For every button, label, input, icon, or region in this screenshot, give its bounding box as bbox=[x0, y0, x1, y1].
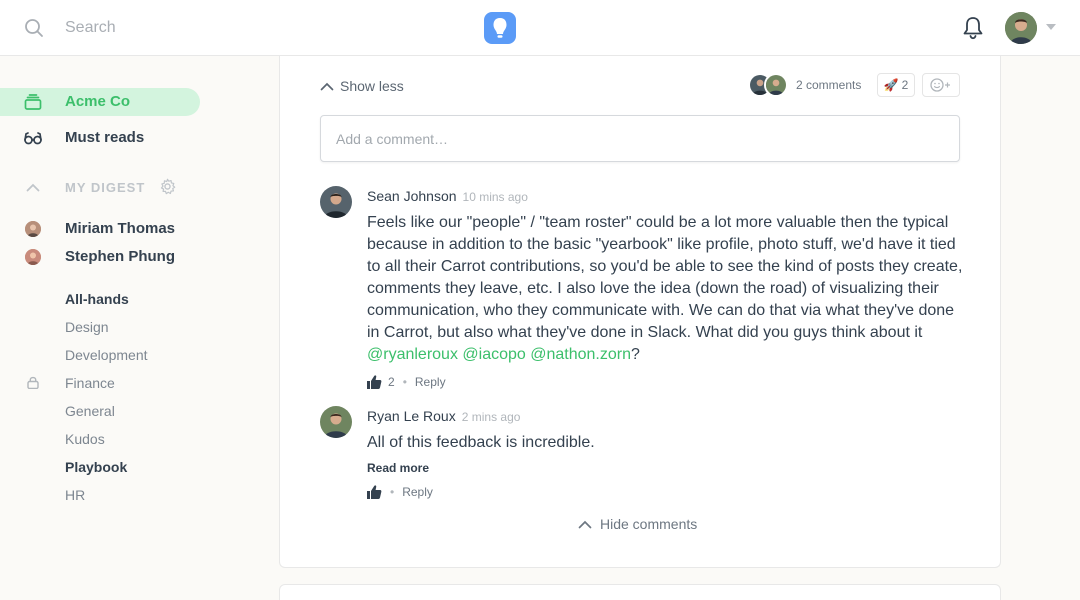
thumbs-up-icon[interactable] bbox=[366, 374, 382, 390]
sidebar-board-item[interactable]: General bbox=[65, 403, 115, 419]
read-more-link[interactable]: Read more bbox=[367, 461, 429, 475]
inbox-stack-icon bbox=[24, 94, 42, 110]
sidebar-board-item[interactable]: Kudos bbox=[65, 431, 105, 447]
sidebar-item-label: Acme Co bbox=[65, 93, 131, 110]
hide-comments-button[interactable]: Hide comments bbox=[578, 516, 697, 532]
chevron-up-icon bbox=[320, 82, 334, 91]
thumbs-up-icon[interactable] bbox=[366, 484, 382, 500]
comment-time: 2 mins ago bbox=[461, 410, 521, 424]
chevron-up-icon bbox=[578, 520, 592, 529]
sidebar-item-must-reads[interactable]: Must reads bbox=[0, 124, 200, 152]
mention-link[interactable]: @ryanleroux bbox=[367, 346, 458, 363]
comment-author[interactable]: Sean Johnson 10 mins ago bbox=[367, 188, 528, 204]
carrot-logo[interactable] bbox=[484, 12, 516, 44]
caret-down-icon[interactable] bbox=[1046, 24, 1056, 30]
bell-icon[interactable] bbox=[961, 15, 985, 41]
reply-button[interactable]: Reply bbox=[402, 485, 433, 499]
next-post-card bbox=[279, 584, 1001, 600]
mention-link[interactable]: @nathon.zorn bbox=[530, 346, 631, 363]
sidebar-board-item[interactable]: Development bbox=[65, 347, 148, 363]
comment-body: Feels like our "people" / "team roster" … bbox=[367, 212, 967, 366]
gear-icon[interactable] bbox=[159, 178, 176, 195]
sidebar-board-item[interactable]: All-hands bbox=[65, 291, 129, 307]
add-comment-field[interactable] bbox=[320, 115, 960, 162]
author-name: Ryan Le Roux bbox=[367, 408, 456, 424]
sidebar-item-label: Must reads bbox=[65, 129, 145, 146]
comment-author[interactable]: Ryan Le Roux 2 mins ago bbox=[367, 408, 520, 424]
show-less-button[interactable]: Show less bbox=[320, 76, 404, 96]
glasses-icon bbox=[24, 132, 42, 145]
avatar[interactable] bbox=[320, 186, 352, 218]
comment-body: All of this feedback is incredible. bbox=[367, 434, 595, 451]
comment-time: 10 mins ago bbox=[462, 190, 528, 204]
top-bar bbox=[0, 0, 1080, 56]
avatar bbox=[764, 73, 788, 97]
comment-actions: 2 • Reply bbox=[366, 374, 446, 390]
sidebar-board-item[interactable]: Design bbox=[65, 319, 109, 335]
search-input[interactable] bbox=[65, 16, 365, 40]
collapse-caret-icon[interactable] bbox=[26, 182, 40, 192]
hide-comments-label: Hide comments bbox=[600, 516, 698, 532]
reply-button[interactable]: Reply bbox=[415, 375, 446, 389]
user-avatar[interactable] bbox=[1005, 12, 1037, 44]
sidebar-item-person[interactable]: Miriam Thomas bbox=[0, 215, 200, 243]
reaction-count: 2 bbox=[901, 78, 909, 92]
show-less-label: Show less bbox=[340, 78, 404, 94]
separator-dot: • bbox=[402, 375, 407, 389]
comments-count[interactable]: 2 comments bbox=[796, 78, 861, 92]
comment-actions: • Reply bbox=[366, 484, 433, 500]
emoji-plus-icon bbox=[930, 78, 950, 92]
separator-dot: • bbox=[390, 485, 395, 499]
search-icon[interactable] bbox=[24, 18, 44, 38]
avatar[interactable] bbox=[320, 406, 352, 438]
sidebar-board-item[interactable]: Playbook bbox=[65, 459, 127, 475]
person-name: Stephen Phung bbox=[65, 248, 175, 265]
like-count: 2 bbox=[388, 375, 395, 389]
comment-trailing: ? bbox=[631, 346, 640, 363]
sidebar-item-person[interactable]: Stephen Phung bbox=[0, 243, 200, 271]
lock-icon bbox=[27, 376, 39, 389]
sidebar-item-workspace[interactable]: Acme Co bbox=[0, 88, 200, 116]
sidebar-board-item[interactable]: HR bbox=[65, 487, 85, 503]
comment-text: Feels like our "people" / "team roster" … bbox=[367, 214, 963, 341]
rocket-emoji: 🚀 bbox=[883, 78, 899, 92]
author-name: Sean Johnson bbox=[367, 188, 457, 204]
sidebar-board-item[interactable]: Finance bbox=[65, 375, 115, 391]
mention-link[interactable]: @iacopo bbox=[462, 346, 525, 363]
digest-section-label: MY DIGEST bbox=[65, 180, 146, 195]
person-name: Miriam Thomas bbox=[65, 220, 176, 237]
add-reaction-button[interactable] bbox=[922, 73, 960, 97]
reaction-button[interactable]: 🚀 2 bbox=[877, 73, 915, 97]
